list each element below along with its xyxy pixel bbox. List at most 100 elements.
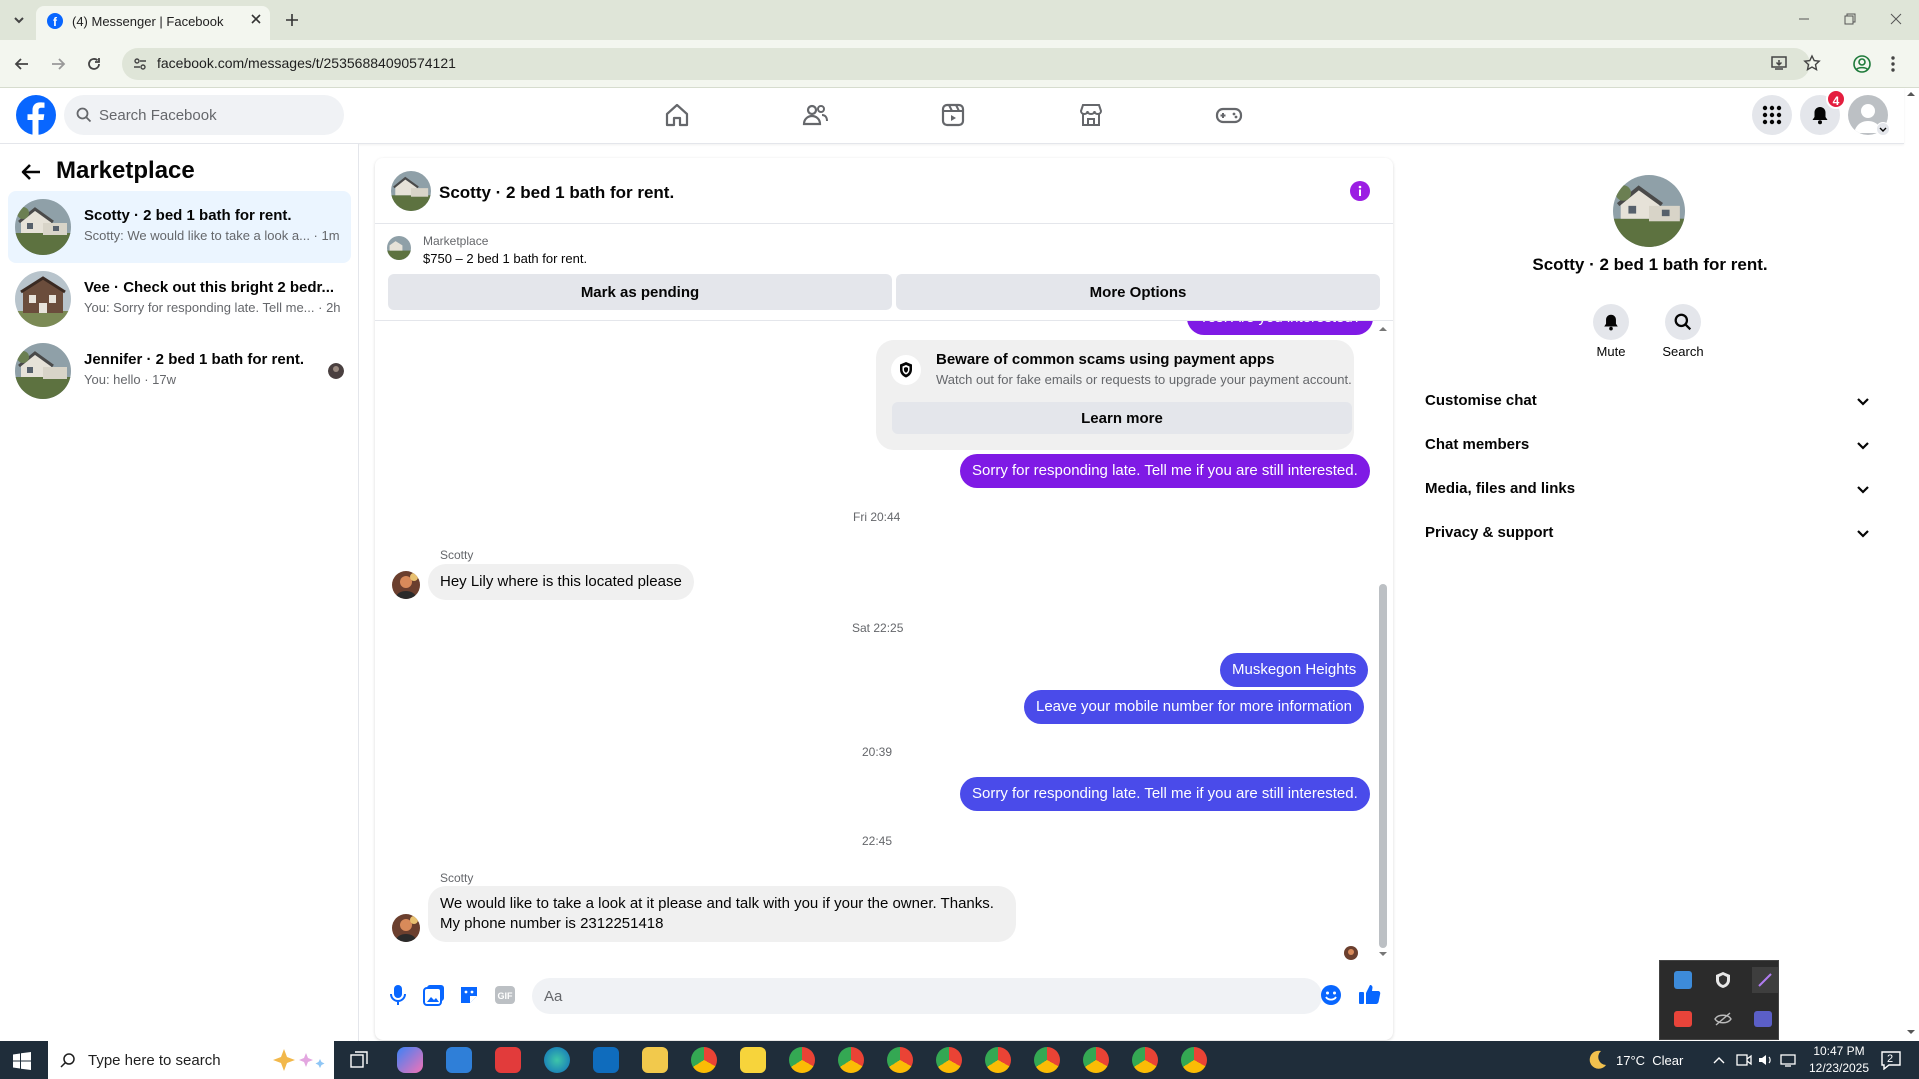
scroll-up-icon[interactable] <box>1378 325 1388 333</box>
copilot-taskbar-icon[interactable] <box>397 1047 423 1073</box>
photo-icon[interactable] <box>423 984 445 1006</box>
customise-chat-section[interactable]: Customise chat <box>1425 379 1877 423</box>
forward-icon[interactable] <box>48 54 68 74</box>
page-scroll-up-icon[interactable] <box>1906 90 1916 98</box>
chat-title[interactable]: Scotty · 2 bed 1 bath for rent. <box>439 183 674 203</box>
chrome-taskbar-icon[interactable] <box>1132 1047 1158 1073</box>
info-icon[interactable] <box>1350 181 1370 201</box>
profile-icon[interactable] <box>1852 54 1872 74</box>
seen-avatar <box>1344 946 1358 960</box>
tray-pen-icon[interactable] <box>1752 967 1778 993</box>
message-incoming[interactable]: We would like to take a look at it pleas… <box>428 886 1016 942</box>
sticker-icon[interactable] <box>458 984 480 1006</box>
close-window-icon[interactable] <box>1889 12 1903 26</box>
clock-time[interactable]: 10:47 PM <box>1809 1044 1869 1058</box>
message-outgoing[interactable]: Sorry for responding late. Tell me if yo… <box>960 777 1370 811</box>
marketplace-nav-icon[interactable] <box>1077 101 1105 129</box>
chrome-taskbar-icon[interactable] <box>985 1047 1011 1073</box>
media-files-links-section[interactable]: Media, files and links <box>1425 467 1877 511</box>
site-info-icon[interactable] <box>132 56 148 72</box>
app-taskbar-icon[interactable] <box>495 1047 521 1073</box>
mute-button[interactable] <box>1593 304 1629 340</box>
install-app-icon[interactable] <box>1770 54 1788 72</box>
reload-icon[interactable] <box>84 54 104 74</box>
show-hidden-icons[interactable] <box>1712 1054 1726 1066</box>
chevron-down-icon <box>1855 437 1871 453</box>
scrollbar-thumb[interactable] <box>1379 584 1387 948</box>
edge-taskbar-icon[interactable] <box>544 1047 570 1073</box>
tray-teams-icon[interactable] <box>1754 1011 1772 1027</box>
like-icon[interactable] <box>1358 982 1382 1006</box>
tab-title: (4) Messenger | Facebook <box>72 14 224 29</box>
scroll-down-icon[interactable] <box>1378 950 1388 958</box>
chrome-taskbar-icon[interactable] <box>789 1047 815 1073</box>
restore-icon[interactable] <box>1843 12 1857 26</box>
close-tab-icon[interactable] <box>249 12 263 26</box>
emoji-icon[interactable] <box>1320 984 1342 1006</box>
chrome-taskbar-icon[interactable] <box>691 1047 717 1073</box>
microphone-icon[interactable] <box>389 984 407 1006</box>
task-view-icon[interactable] <box>349 1050 369 1070</box>
new-tab-icon[interactable] <box>284 12 300 28</box>
back-icon[interactable] <box>12 54 32 74</box>
menu-grid-button[interactable] <box>1752 95 1792 135</box>
message-outgoing[interactable]: Yes. Are you interested? <box>1187 321 1374 335</box>
more-options-button[interactable]: More Options <box>896 274 1380 310</box>
chrome-taskbar-icon[interactable] <box>887 1047 913 1073</box>
sticky-notes-taskbar-icon[interactable] <box>740 1047 766 1073</box>
outlook-taskbar-icon[interactable] <box>593 1047 619 1073</box>
facebook-logo[interactable] <box>16 95 56 135</box>
store-taskbar-icon[interactable] <box>446 1047 472 1073</box>
tab-search-icon[interactable] <box>10 11 28 29</box>
chrome-taskbar-icon[interactable] <box>1034 1047 1060 1073</box>
video-nav-icon[interactable] <box>939 101 967 129</box>
page-scroll-down-icon[interactable] <box>1906 1028 1916 1036</box>
meet-now-icon[interactable] <box>1736 1053 1752 1067</box>
bookmark-star-icon[interactable] <box>1803 54 1821 72</box>
chrome-taskbar-icon[interactable] <box>936 1047 962 1073</box>
minimize-icon[interactable] <box>1797 12 1811 26</box>
listing-price[interactable]: $750 – 2 bed 1 bath for rent. <box>423 251 587 266</box>
chrome-taskbar-icon[interactable] <box>838 1047 864 1073</box>
home-nav-icon[interactable] <box>663 101 691 129</box>
volume-icon[interactable] <box>1758 1053 1774 1067</box>
tray-hidden-icon[interactable] <box>1714 1011 1732 1027</box>
search-placeholder: Search Facebook <box>99 107 217 124</box>
tray-video-icon[interactable] <box>1674 1011 1692 1027</box>
mute-label: Mute <box>1596 344 1626 359</box>
browser-menu-icon[interactable] <box>1890 54 1896 74</box>
tray-security-icon[interactable] <box>1714 971 1732 989</box>
sender-avatar[interactable] <box>392 571 420 599</box>
friends-nav-icon[interactable] <box>801 101 829 129</box>
scam-warning-text: Watch out for fake emails or requests to… <box>936 372 1352 387</box>
network-icon[interactable] <box>1780 1053 1796 1067</box>
gaming-nav-icon[interactable] <box>1215 101 1243 129</box>
weather-text[interactable]: 17°C Clear <box>1616 1053 1683 1068</box>
back-arrow-icon[interactable] <box>20 161 42 183</box>
tray-app-icon[interactable] <box>1674 971 1692 989</box>
chrome-taskbar-icon[interactable] <box>1181 1047 1207 1073</box>
message-input[interactable] <box>532 978 1322 1014</box>
clock-date[interactable]: 12/23/2025 <box>1805 1061 1873 1075</box>
message-outgoing[interactable]: Leave your mobile number for more inform… <box>1024 690 1364 724</box>
chat-members-section[interactable]: Chat members <box>1425 423 1877 467</box>
listing-avatar-large[interactable] <box>1613 175 1685 247</box>
gif-icon[interactable]: GIF <box>494 985 516 1005</box>
conversation-title: Scotty · 2 bed 1 bath for rent. <box>84 207 292 224</box>
windows-start-icon[interactable] <box>13 1052 31 1070</box>
divider <box>375 223 1393 224</box>
message-outgoing[interactable]: Sorry for responding late. Tell me if yo… <box>960 454 1370 488</box>
account-chevron-icon[interactable] <box>1876 122 1890 136</box>
file-explorer-taskbar-icon[interactable] <box>642 1047 668 1073</box>
weather-moon-icon[interactable] <box>1586 1049 1608 1071</box>
section-label: Customise chat <box>1425 392 1537 409</box>
message-incoming[interactable]: Hey Lily where is this located please <box>428 564 694 600</box>
mark-pending-button[interactable]: Mark as pending <box>388 274 892 310</box>
message-outgoing[interactable]: Muskegon Heights <box>1220 653 1369 687</box>
search-in-chat-button[interactable] <box>1665 304 1701 340</box>
chat-listing-avatar[interactable] <box>391 171 431 211</box>
privacy-support-section[interactable]: Privacy & support <box>1425 511 1877 555</box>
chrome-taskbar-icon[interactable] <box>1083 1047 1109 1073</box>
sender-avatar[interactable] <box>392 914 420 942</box>
learn-more-button[interactable]: Learn more <box>892 402 1352 434</box>
